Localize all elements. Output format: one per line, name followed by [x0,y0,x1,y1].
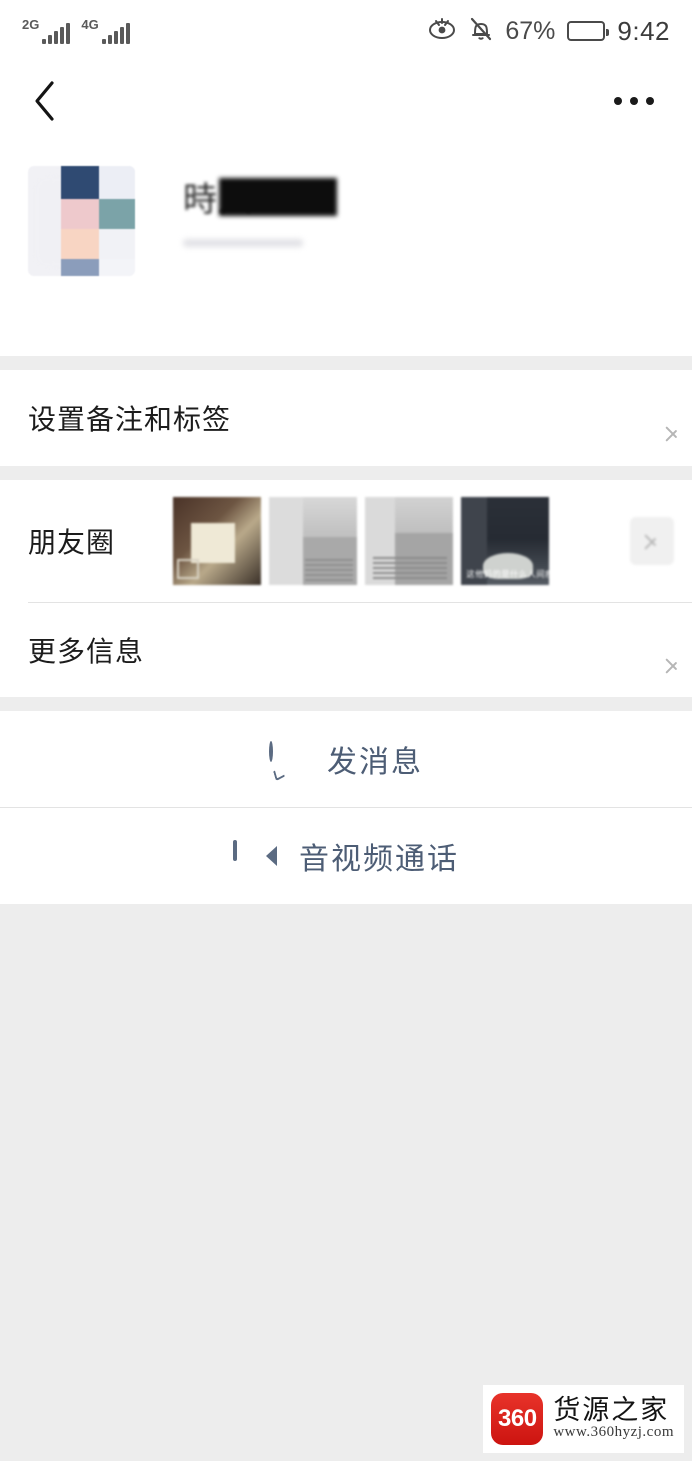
row-label: 更多信息 [28,636,145,667]
chevron-right-icon[interactable] [630,517,674,565]
battery-percent-label: 67% [505,16,556,45]
moment-thumbnail-3[interactable] [365,497,454,585]
row-set-remark-and-tags[interactable]: 设置备注和标签 [0,370,692,466]
send-message-button[interactable]: 发消息 [0,711,692,807]
watermark-brand: 货源之家 [553,1394,670,1426]
status-bar-left: 2G 4G [22,18,130,44]
moments-section: 朋友圈 这他妈的是什么人间 更多信息 [0,480,692,697]
more-dots-icon[interactable] [604,87,664,115]
signal-label-2g: 2G [22,17,40,32]
eye-icon [427,17,457,45]
clock-label: 9:42 [617,15,670,46]
moment-thumbnail-1[interactable] [173,497,262,585]
status-bar: 2G 4G 67% 9:42 [0,0,692,62]
watermark: 360 货源之家 www.360hyzj.com [483,1385,684,1453]
chat-bubble-icon [269,741,305,782]
row-moments[interactable]: 朋友圈 这他妈的是什么人间 [0,480,692,602]
phone-screen: 2G 4G 67% 9:42 時入 设置备注和标签 朋友圈 这他妈的是什么人间 … [0,0,692,1461]
back-chevron-icon[interactable] [28,81,62,121]
av-call-button[interactable]: 音视频通话 [0,808,692,904]
section-gap [0,697,692,711]
moments-thumbnail-strip[interactable]: 这他妈的是什么人间疾苦 [173,497,550,585]
moment-thumbnail-caption: 这他妈的是什么人间疾苦 [466,569,549,579]
battery-icon [567,21,610,41]
section-gap [0,466,692,480]
row-more-info[interactable]: 更多信息 [0,603,692,697]
watermark-text: 货源之家 www.360hyzj.com [553,1394,674,1441]
bell-muted-icon [469,16,493,47]
watermark-logo: 360 [491,1393,544,1445]
signal-bars-icon [42,23,71,44]
moment-thumbnail-4[interactable]: 这他妈的是什么人间疾苦 [461,497,550,585]
remark-section: 设置备注和标签 [0,370,692,466]
signal-label-4g: 4G [81,17,99,32]
profile-subtitle-blur [183,238,303,247]
profile-header: 時入 [0,140,692,356]
profile-name-block: 時入 [183,166,337,247]
section-gap [0,356,692,370]
send-message-label: 发消息 [327,746,423,779]
row-label: 设置备注和标签 [28,404,232,435]
bottom-empty-area [0,904,692,1461]
signal-indicator-4g: 4G [81,17,130,44]
av-call-label: 音视频通话 [299,843,459,876]
status-bar-right: 67% 9:42 [427,16,670,47]
moment-thumbnail-2[interactable] [269,497,358,585]
watermark-url: www.360hyzj.com [553,1424,674,1441]
avatar[interactable] [28,166,135,276]
signal-bars-icon [101,23,130,44]
nav-bar [0,62,692,140]
signal-indicator-2g: 2G [22,17,71,44]
video-camera-icon [233,840,277,870]
row-label: 朋友圈 [28,527,116,558]
name-redaction-bar [219,178,337,216]
actions-section: 发消息 音视频通话 [0,711,692,904]
